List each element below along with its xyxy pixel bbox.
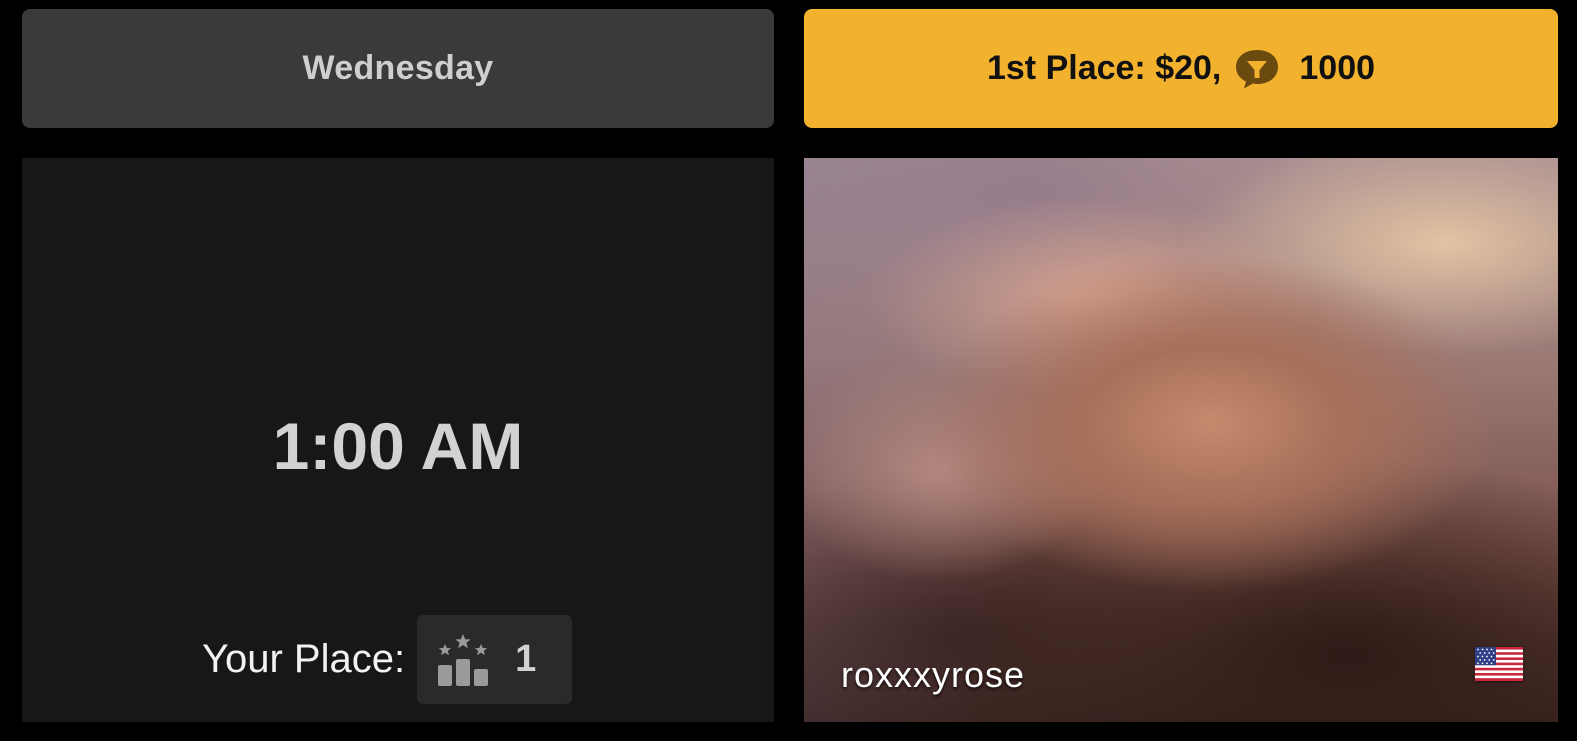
model-username[interactable]: roxxxyrose	[841, 654, 1025, 696]
contest-widget: Wednesday 1st Place: $20, 1000 1:00 AM Y…	[0, 0, 1577, 741]
us-flag-icon	[1475, 647, 1523, 681]
prize-header: 1st Place: $20, 1000	[804, 9, 1558, 128]
tokens-icon	[1233, 47, 1281, 91]
prize-token-amount: 1000	[1299, 49, 1376, 87]
your-place-badge: 1	[417, 615, 573, 704]
day-label: Wednesday	[302, 49, 494, 87]
your-place-value: 1	[515, 638, 537, 680]
podium-stars-icon	[438, 633, 489, 686]
countdown-time: 1:00 AM	[272, 409, 524, 483]
your-place-row: Your Place: 1	[202, 615, 573, 704]
countdown-panel: 1:00 AM Your Place: 1	[22, 158, 774, 722]
day-header: Wednesday	[22, 9, 774, 128]
model-image	[804, 158, 1558, 722]
model-card[interactable]: roxxxyrose	[804, 158, 1558, 722]
prize-prefix: 1st Place: $20,	[986, 49, 1222, 87]
your-place-label: Your Place:	[202, 637, 406, 681]
